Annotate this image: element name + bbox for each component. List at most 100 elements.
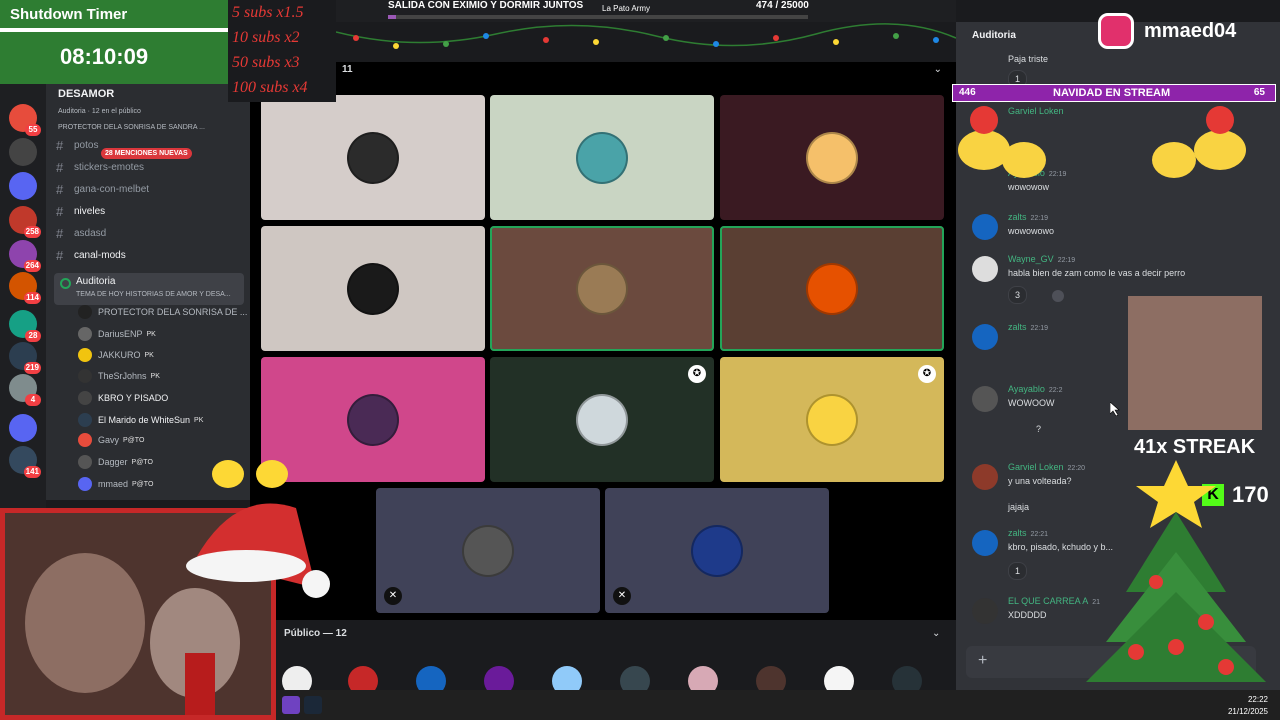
avatar <box>576 262 628 315</box>
voice-member[interactable]: Dagger P@TO <box>78 452 153 472</box>
server-icon[interactable]: 141 <box>9 446 41 478</box>
message-text: habla bien de zam como le vas a decir pe… <box>1008 268 1186 278</box>
voice-member[interactable]: PROTECTOR DELA SONRISA DE ... <box>78 302 247 322</box>
member-name: El Marido de WhiteSun <box>98 415 191 425</box>
clock-date: 21/12/2025 <box>1227 707 1268 716</box>
message-author[interactable]: zalts <box>1008 528 1027 538</box>
server-icon[interactable]: 114 <box>9 272 41 304</box>
speaker-tile[interactable] <box>490 95 714 220</box>
message-text: wowowowo <box>1008 226 1055 236</box>
server-icon[interactable] <box>9 138 37 166</box>
server-badge: 114 <box>24 292 41 304</box>
server-subtitle-2: PROTECTOR DELA SONRISA DE SANDRA ... <box>58 124 205 131</box>
server-icon[interactable]: 258 <box>9 206 41 238</box>
speaker-tile[interactable]: ✕ <box>376 488 600 613</box>
member-tag: PK <box>144 351 154 359</box>
server-badge: 219 <box>23 362 41 374</box>
folder-icon[interactable] <box>9 414 37 442</box>
server-icon[interactable]: 4 <box>9 374 41 406</box>
clock[interactable]: 22:22 21/12/2025 <box>1228 694 1268 718</box>
speaker-tile[interactable]: ✕ <box>605 488 829 613</box>
voice-member[interactable]: mmaed P@TO <box>78 474 153 494</box>
channel-item[interactable]: # niveles <box>56 202 105 220</box>
hash-icon: # <box>56 181 64 197</box>
mouse-cursor-icon <box>1110 402 1120 416</box>
message-author[interactable]: zalts <box>1008 322 1027 332</box>
message-author[interactable]: Wayne_GV <box>1008 254 1054 264</box>
voice-member[interactable]: KBRO Y PISADO <box>78 388 168 408</box>
avatar <box>347 393 399 446</box>
hash-icon: # <box>56 225 64 241</box>
speaker-tile[interactable] <box>261 95 485 220</box>
hash-icon: # <box>56 137 64 153</box>
server-icon[interactable] <box>9 172 37 200</box>
avatar <box>78 305 92 319</box>
server-icon[interactable]: 264 <box>9 240 41 272</box>
goal-progress-track <box>388 15 808 19</box>
server-icon[interactable]: 55 <box>9 104 41 136</box>
avatar <box>806 131 858 184</box>
channel-item[interactable]: # stickers-emotes <box>56 158 144 176</box>
voice-member[interactable]: DariusENP PK <box>78 324 156 344</box>
channel-item[interactable]: # asdasd <box>56 224 106 242</box>
speaker-tile[interactable] <box>261 226 485 351</box>
reaction-chip[interactable]: 3 <box>1008 286 1028 304</box>
speaker-tile[interactable]: ✪ <box>720 357 944 482</box>
channel-item[interactable]: # potos <box>56 136 98 154</box>
member-tag: PK <box>194 416 204 424</box>
speaker-tile[interactable] <box>490 226 714 351</box>
server-icon[interactable]: 28 <box>9 310 41 342</box>
voice-channel-topic: TEMA DE HOY HISTORIAS DE AMOR Y DESA... <box>76 291 231 298</box>
reaction-count: 3 <box>1015 290 1021 300</box>
member-name: JAKKURO <box>98 350 141 360</box>
hash-icon: # <box>56 247 64 263</box>
voice-member[interactable]: El Marido de WhiteSun PK <box>78 410 203 430</box>
speaker-tile[interactable] <box>720 95 944 220</box>
chevron-down-icon[interactable]: ⌄ <box>932 628 940 639</box>
channel-name: stickers-emotes <box>74 161 145 173</box>
add-reaction-icon[interactable] <box>1052 290 1064 302</box>
taskbar: 22:22 21/12/2025 <box>276 690 1280 720</box>
channel-item[interactable]: # canal-mods <box>56 246 126 264</box>
channel-name: canal-mods <box>74 249 126 261</box>
timer-divider <box>0 28 228 32</box>
voice-member[interactable]: JAKKURO PK <box>78 345 154 365</box>
message-time: 22:2 <box>1048 387 1063 394</box>
voice-member[interactable]: Gavy P@TO <box>78 430 144 450</box>
message-time: 22:19 <box>1057 257 1076 264</box>
avatar <box>972 324 998 350</box>
avatar <box>972 530 998 556</box>
speaker-tile[interactable] <box>720 226 944 351</box>
subs-multiplier-overlay: 5 subs x1.5 10 subs x2 50 subs x3 100 su… <box>228 0 336 102</box>
server-name[interactable]: DESAMOR <box>58 88 114 100</box>
avatar <box>347 262 399 315</box>
server-icon[interactable]: 219 <box>9 342 41 374</box>
member-name: PROTECTOR DELA SONRISA DE ... <box>98 307 248 317</box>
meme-image <box>1128 296 1262 430</box>
avatar <box>972 598 998 624</box>
chevron-down-icon[interactable]: ⌄ <box>934 64 942 75</box>
message-time: 22:19 <box>1030 325 1049 332</box>
message-text: WOWOOW <box>1008 398 1055 408</box>
instagram-overlay: mmaed04 <box>1092 6 1278 56</box>
message-author[interactable]: Ayayablo <box>1008 384 1045 394</box>
moderator-icon: ✪ <box>918 365 936 383</box>
message-text: XDDDDD <box>1008 610 1047 620</box>
message-author[interactable]: zalts <box>1008 212 1027 222</box>
steam-icon[interactable] <box>304 696 322 714</box>
avatar <box>78 348 92 362</box>
christmas-left-count: 446 <box>959 87 976 98</box>
message-author[interactable]: Garviel Loken <box>1008 462 1064 472</box>
app-icon[interactable] <box>282 696 300 714</box>
christmas-right-count: 65 <box>1253 87 1265 98</box>
speaker-tile[interactable]: ✪ <box>490 357 714 482</box>
message-time: 22:21 <box>1030 531 1049 538</box>
voice-member[interactable]: TheSrJohns PK <box>78 366 160 386</box>
voice-channel-auditoria[interactable]: Auditoria TEMA DE HOY HISTORIAS DE AMOR … <box>54 273 244 305</box>
christmas-title: NAVIDAD EN STREAM <box>1053 87 1171 99</box>
plus-icon[interactable]: + <box>978 652 987 670</box>
channel-item[interactable]: # gana-con-melbet <box>56 180 149 198</box>
member-name: KBRO Y PISADO <box>98 393 169 403</box>
reaction-chip[interactable]: 1 <box>1008 562 1028 580</box>
shutdown-timer-overlay: Shutdown Timer 08:10:09 <box>0 0 228 84</box>
